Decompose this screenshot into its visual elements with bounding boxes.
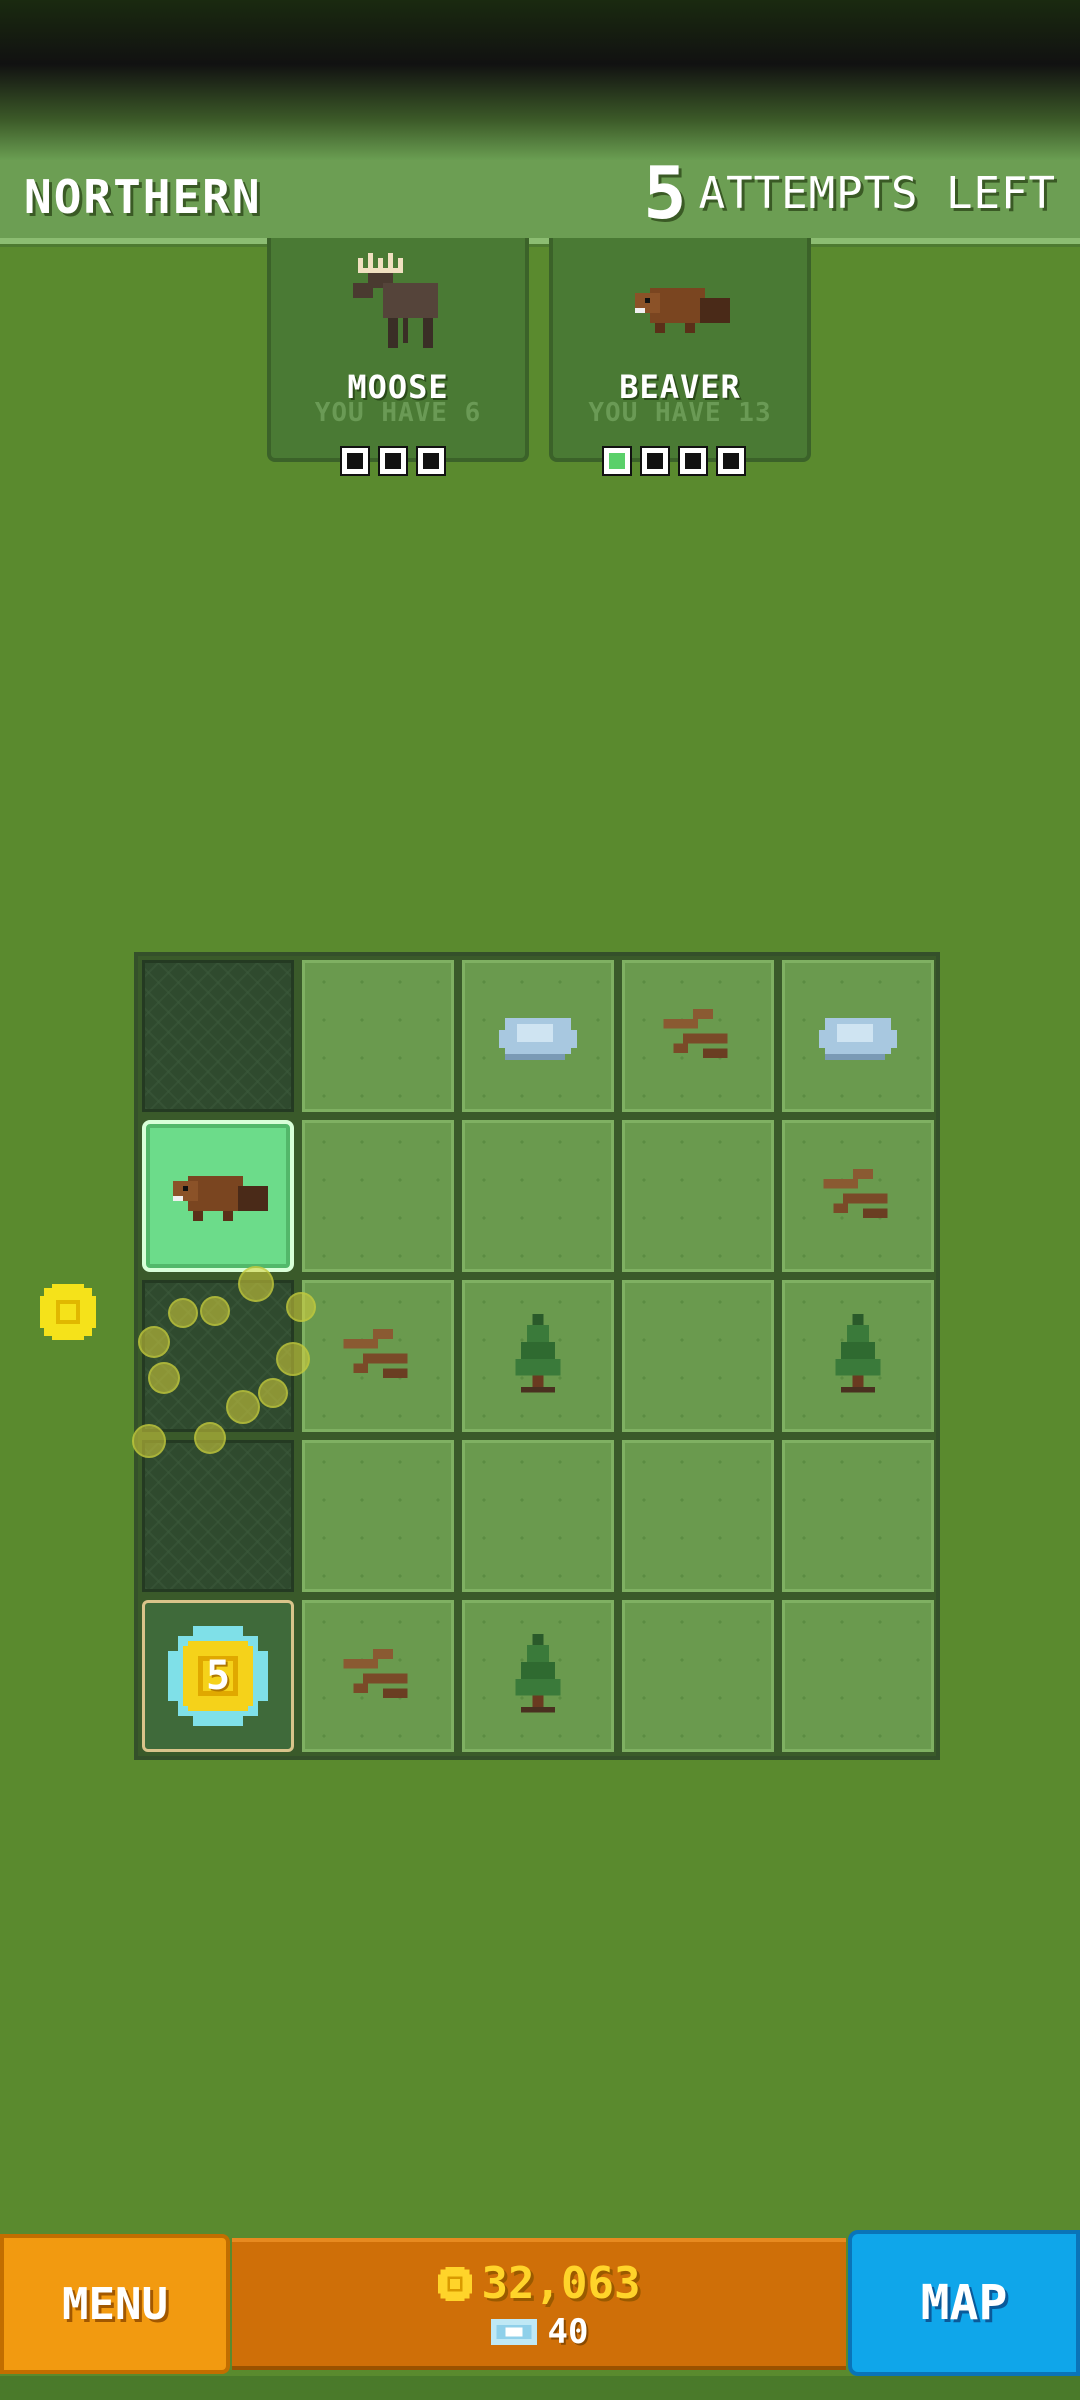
board-cell-r4-c0[interactable]: 5 xyxy=(142,1600,294,1752)
goal-progress-beaver xyxy=(602,446,746,476)
map-button[interactable]: MAP xyxy=(848,2230,1080,2376)
board-cell-r0-c3[interactable] xyxy=(622,960,774,1112)
sticks-icon xyxy=(818,1164,898,1228)
board-cell-r0-c2[interactable] xyxy=(462,960,614,1112)
board-cell-r1-c3[interactable] xyxy=(622,1120,774,1272)
sticks-icon xyxy=(658,1004,738,1068)
goal-have-moose: YOU HAVE 6 xyxy=(314,398,482,428)
footer-shadow xyxy=(0,2376,1080,2400)
board-cell-r0-c1[interactable] xyxy=(302,960,454,1112)
rock-icon xyxy=(493,1006,583,1066)
board-cell-r3-c2[interactable] xyxy=(462,1440,614,1592)
game-board: 5 xyxy=(134,952,940,1760)
board-cell-r4-c2[interactable] xyxy=(462,1600,614,1752)
moose-icon xyxy=(353,253,438,348)
progress-box xyxy=(678,446,708,476)
sticks-icon xyxy=(338,1644,418,1708)
coin-tile-value: 5 xyxy=(205,1653,231,1699)
gem-balance: 40 xyxy=(232,2312,846,2352)
progress-box-filled xyxy=(602,446,632,476)
goal-progress-moose xyxy=(340,446,446,476)
board-cell-r4-c1[interactable] xyxy=(302,1600,454,1752)
beaver-icon xyxy=(158,1151,278,1241)
board-cell-r1-c1[interactable] xyxy=(302,1120,454,1272)
top-status-shade xyxy=(0,0,1080,160)
progress-box xyxy=(416,446,446,476)
gem-count: 40 xyxy=(547,2312,589,2352)
rock-icon xyxy=(813,1006,903,1066)
attempts-label: ATTEMPTS LEFT xyxy=(698,167,1056,219)
bottom-bar: MENU 32,063 40 MAP xyxy=(0,2230,1080,2400)
pine-tree-icon xyxy=(830,1314,886,1398)
progress-box xyxy=(640,446,670,476)
board-cell-r1-c0[interactable] xyxy=(142,1120,294,1272)
board-cell-r3-c3[interactable] xyxy=(622,1440,774,1592)
progress-box xyxy=(716,446,746,476)
coin-icon xyxy=(40,1284,96,1340)
attempts-count: 5 xyxy=(643,151,687,235)
goal-card-beaver[interactable]: BEAVER YOU HAVE 13 xyxy=(549,238,811,462)
board-cell-r1-c4[interactable] xyxy=(782,1120,934,1272)
coin-balance: 32,063 xyxy=(232,2258,846,2309)
board-cell-r0-c0[interactable] xyxy=(142,960,294,1112)
coin-count: 32,063 xyxy=(481,2258,641,2309)
board-cell-r3-c4[interactable] xyxy=(782,1440,934,1592)
board-cell-r2-c1[interactable] xyxy=(302,1280,454,1432)
gem-icon xyxy=(490,2319,537,2345)
board-cell-r4-c3[interactable] xyxy=(622,1600,774,1752)
board-cell-r3-c0[interactable] xyxy=(142,1440,294,1592)
coin-icon xyxy=(437,2266,472,2301)
pine-tree-icon xyxy=(510,1634,566,1718)
board-cell-r4-c4[interactable] xyxy=(782,1600,934,1752)
board-cell-r1-c2[interactable] xyxy=(462,1120,614,1272)
board-cell-r2-c3[interactable] xyxy=(622,1280,774,1432)
goal-have-beaver: YOU HAVE 13 xyxy=(588,398,772,428)
board-cell-r3-c1[interactable] xyxy=(302,1440,454,1592)
board-cell-r2-c4[interactable] xyxy=(782,1280,934,1432)
region-title: NORTHERN xyxy=(24,170,262,224)
pine-tree-icon xyxy=(510,1314,566,1398)
menu-button[interactable]: MENU xyxy=(0,2234,230,2374)
beaver-icon xyxy=(635,288,730,333)
goal-card-moose[interactable]: MOOSE YOU HAVE 6 xyxy=(267,238,529,462)
board-cell-r0-c4[interactable] xyxy=(782,960,934,1112)
currency-panel: 32,063 40 xyxy=(232,2238,846,2370)
board-cell-r2-c2[interactable] xyxy=(462,1280,614,1432)
sticks-icon xyxy=(338,1324,418,1388)
progress-box xyxy=(340,446,370,476)
attempts-indicator: 5 ATTEMPTS LEFT xyxy=(643,151,1056,235)
progress-box xyxy=(378,446,408,476)
